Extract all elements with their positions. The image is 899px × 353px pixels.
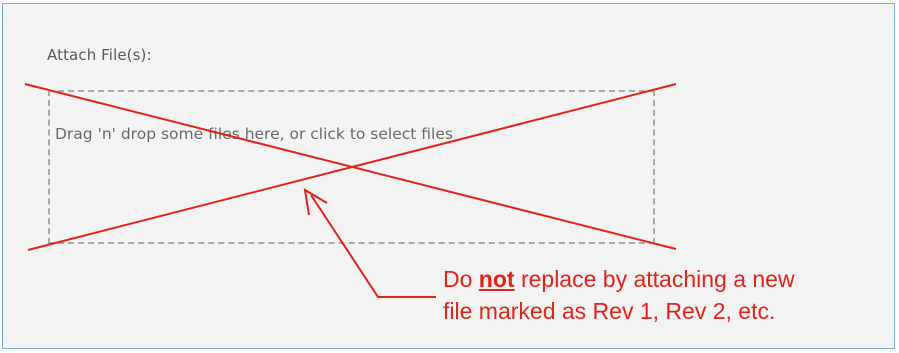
callout-emphasis: not	[478, 266, 515, 292]
warning-callout: Do not replace by attaching a new file m…	[443, 263, 795, 327]
dropzone-instruction: Drag 'n' drop some files here, or click …	[55, 125, 453, 143]
callout-line-2: file marked as Rev 1, Rev 2, etc.	[443, 298, 776, 324]
callout-line-1: Do not replace by attaching a new	[443, 266, 795, 292]
attach-files-label: Attach File(s):	[47, 46, 152, 64]
file-dropzone[interactable]: Drag 'n' drop some files here, or click …	[48, 90, 655, 244]
